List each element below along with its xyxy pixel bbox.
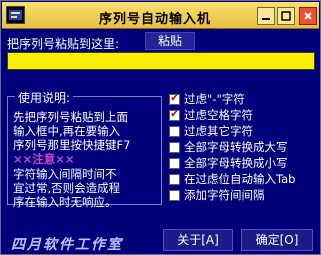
ok-button[interactable]: 确定[O]: [241, 229, 313, 251]
studio-brand: 四月软件工作室: [11, 237, 123, 253]
option-lowercase[interactable]: 全部字母转换成小写: [169, 156, 288, 170]
option-label: 全部字母转换成大写: [184, 140, 288, 154]
title-bar[interactable]: 序列号自动输入机: [2, 2, 319, 29]
option-filter-dash[interactable]: ✔ 过虑"-"字符: [169, 92, 245, 106]
option-auto-tab[interactable]: 在过虑位自动输入Tab: [169, 172, 295, 186]
help-legend: 使用说明:: [15, 89, 74, 106]
option-label: 过虑"-"字符: [184, 92, 245, 106]
option-add-interval[interactable]: 添加字符间间隔: [169, 188, 265, 202]
about-button[interactable]: 关于[A]: [163, 229, 233, 251]
help-note: 序在输入时无响应。: [13, 195, 117, 209]
close-button[interactable]: [299, 7, 317, 25]
option-label: 过虑其它字符: [184, 124, 253, 138]
minimize-button[interactable]: [257, 7, 275, 25]
maximize-icon: [281, 11, 291, 21]
option-checkbox[interactable]: [169, 189, 180, 201]
option-checkbox[interactable]: ✔: [169, 109, 180, 121]
option-label: 添加字符间间隔: [184, 188, 265, 202]
option-label: 全部字母转换成小写: [184, 156, 288, 170]
option-uppercase[interactable]: 全部字母转换成大写: [169, 140, 288, 154]
option-label: 过虑空格字符: [184, 108, 253, 122]
option-filter-other[interactable]: 过虑其它字符: [169, 124, 253, 138]
option-label: 在过虑位自动输入Tab: [184, 172, 296, 186]
serial-input[interactable]: [7, 52, 315, 70]
warning-label: ××注意××: [13, 152, 75, 166]
minimize-icon: [262, 18, 270, 20]
paste-label: 把序列号粘贴到这里:: [7, 37, 120, 51]
option-checkbox[interactable]: ✔: [169, 93, 180, 105]
window-title: 序列号自动输入机: [98, 12, 211, 27]
option-checkbox[interactable]: [169, 125, 180, 137]
app-icon[interactable]: [6, 6, 25, 24]
main-window: 序列号自动输入机 把序列号粘贴到这里: 粘贴 使用说明: 先把序列号粘贴到上面 …: [0, 0, 321, 255]
paste-button[interactable]: 粘贴: [145, 32, 195, 50]
option-filter-space[interactable]: ✔ 过虑空格字符: [169, 108, 253, 122]
option-checkbox[interactable]: [169, 157, 180, 169]
close-icon: [304, 12, 312, 20]
option-checkbox[interactable]: [169, 141, 180, 153]
option-checkbox[interactable]: [169, 173, 180, 185]
maximize-button[interactable]: [277, 7, 295, 25]
